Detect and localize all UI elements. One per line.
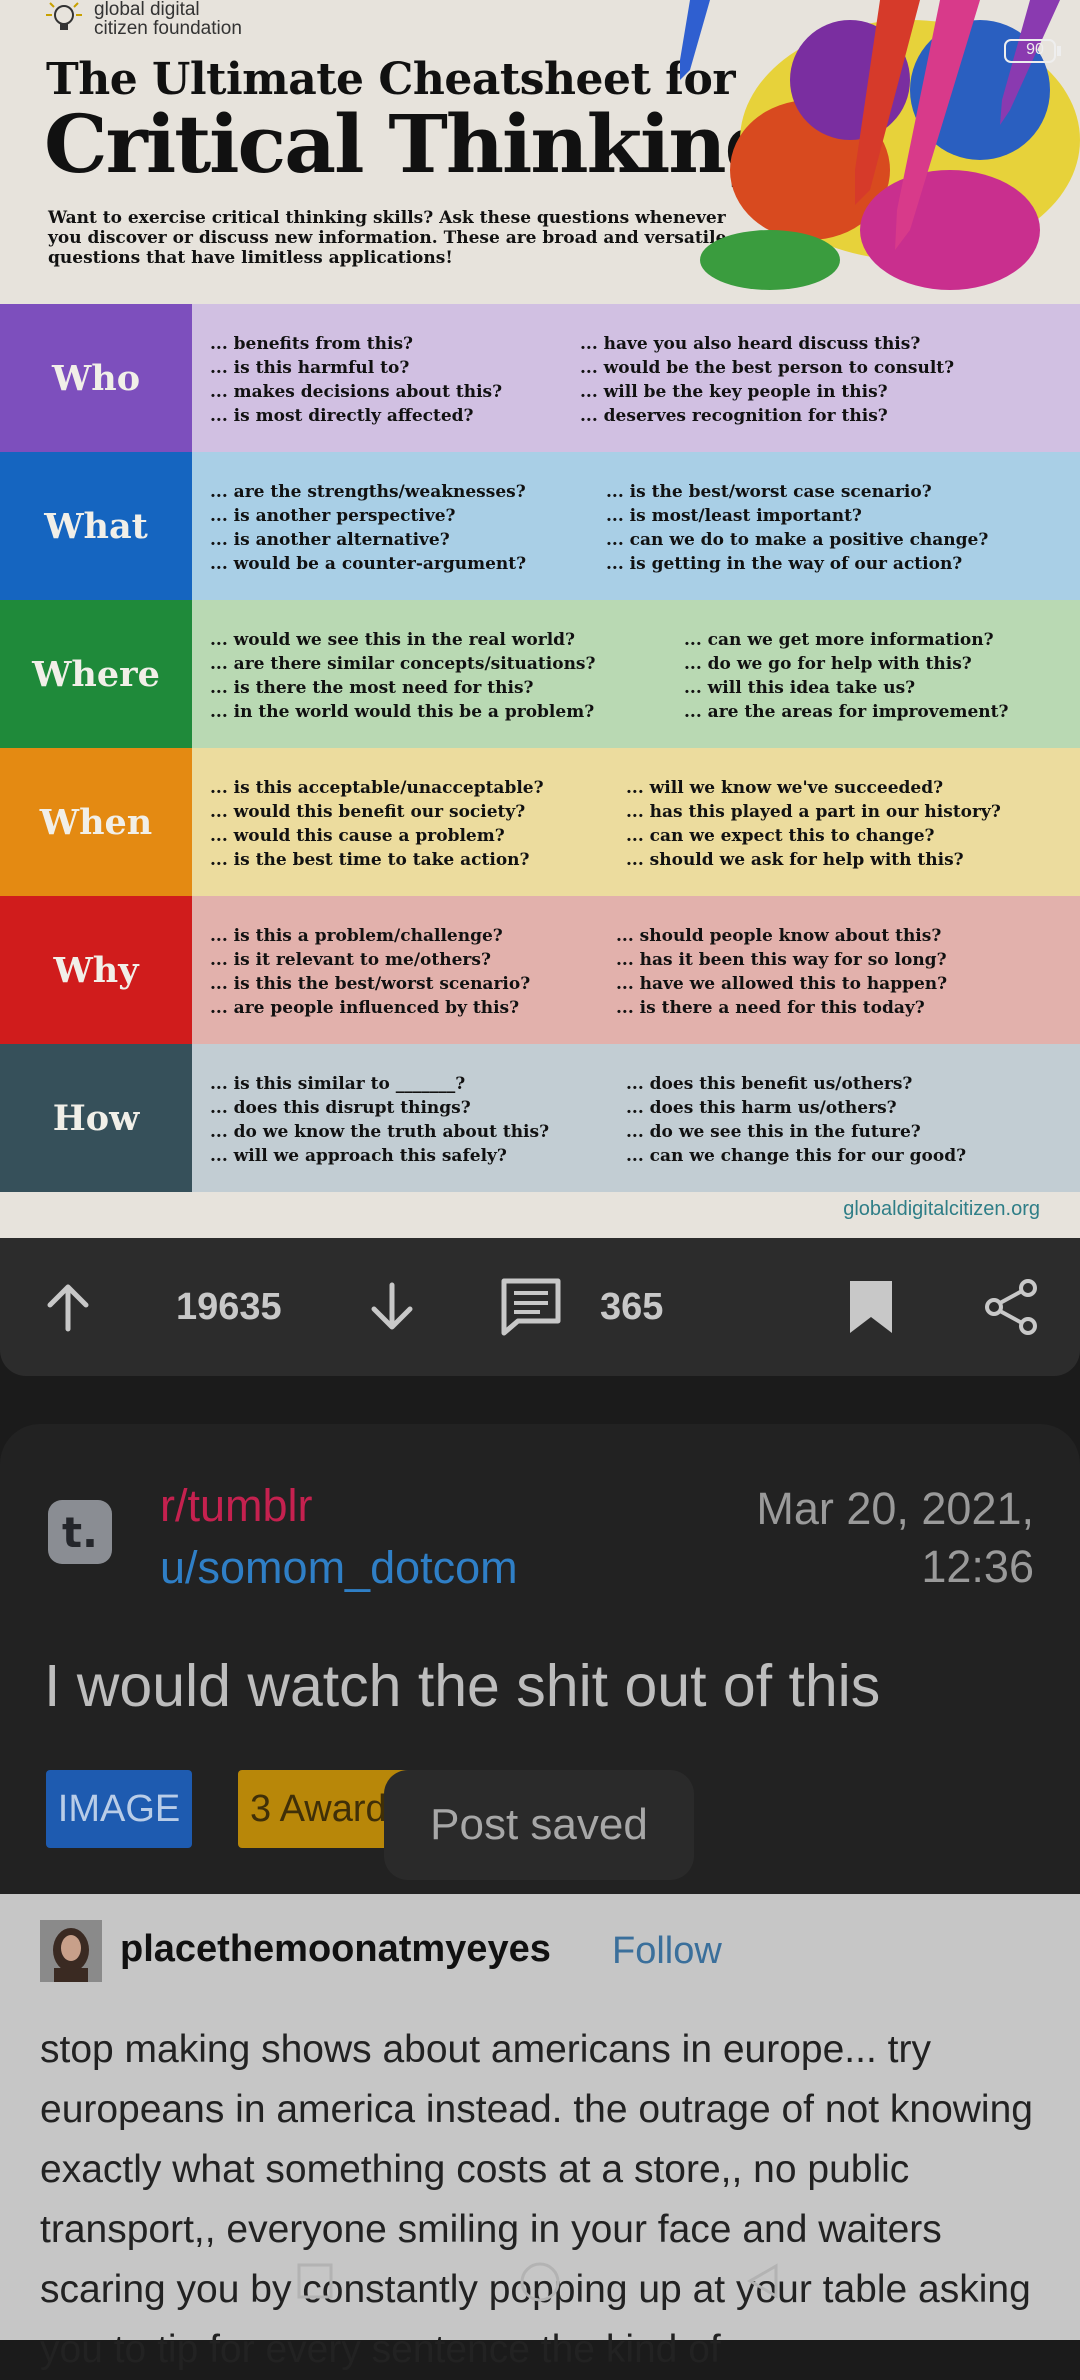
comment-count: 365 xyxy=(600,1285,664,1328)
nav-home-icon[interactable] xyxy=(516,2262,564,2310)
upvote-arrow-icon xyxy=(47,1284,89,1332)
row-where: Where ... would we see this in the real … xyxy=(0,600,1080,748)
upvote-count: 19635 xyxy=(176,1285,282,1328)
post-action-bar: 19635 365 xyxy=(0,1238,1080,1376)
share-icon xyxy=(985,1279,1037,1335)
row-what: What ... are the strengths/weaknesses?..… xyxy=(0,452,1080,600)
nav-back-icon[interactable] xyxy=(744,2262,782,2300)
subreddit-tumblr-icon[interactable]: t. xyxy=(48,1500,112,1564)
nav-recents-icon[interactable] xyxy=(296,2262,334,2300)
post-image-infographic[interactable]: global digital citizen foundation The Ul… xyxy=(0,0,1080,1238)
questions-right: ... does this benefit us/others?... does… xyxy=(626,1074,967,1166)
post-title: I would watch the shit out of this xyxy=(44,1653,881,1719)
row-questions: ... benefits from this?... is this harmf… xyxy=(192,304,1080,452)
battery-level: 90 xyxy=(1026,41,1044,58)
flair-image-badge: IMAGE xyxy=(46,1770,192,1848)
share-button[interactable] xyxy=(982,1238,1040,1376)
tumblr-username: placethemoonatmyeyes xyxy=(120,1928,551,1970)
row-why: Why ... is this a problem/challenge?... … xyxy=(0,896,1080,1044)
comment-icon xyxy=(501,1278,561,1336)
questions-right: ... can we get more information?... do w… xyxy=(684,630,1009,722)
post-timestamp: Mar 20, 2021, 12:36 xyxy=(756,1483,1034,1592)
lightbulb-logo-icon xyxy=(46,2,82,30)
downvote-arrow-icon xyxy=(371,1282,413,1330)
author-link[interactable]: u/somom_dotcom xyxy=(160,1542,518,1594)
row-how: How ... is this similar to _______?... d… xyxy=(0,1044,1080,1192)
subreddit-link[interactable]: r/tumblr xyxy=(160,1480,313,1532)
bookmark-icon xyxy=(850,1281,892,1333)
questions-right: ... have you also heard discuss this?...… xyxy=(580,334,955,426)
row-label: Why xyxy=(0,896,192,1044)
comments-button[interactable]: 365 xyxy=(500,1238,663,1376)
follow-link: Follow xyxy=(612,1930,722,1972)
row-who: Who ... benefits from this?... is this h… xyxy=(0,304,1080,452)
questions-left: ... would we see this in the real world?… xyxy=(210,630,596,722)
questions-right: ... will we know we've succeeded?... has… xyxy=(626,778,1001,870)
row-label: How xyxy=(0,1044,192,1192)
infographic-footer-url: globaldigitalcitizen.org xyxy=(843,1198,1040,1220)
row-questions: ... is this similar to _______?... does … xyxy=(192,1044,1080,1192)
row-label: Where xyxy=(0,600,192,748)
avatar-portrait-icon xyxy=(40,1920,102,1982)
row-questions: ... is this acceptable/unacceptable?... … xyxy=(192,748,1080,896)
row-label: What xyxy=(0,452,192,600)
questions-left: ... is this similar to _______?... does … xyxy=(210,1074,550,1166)
questions-right: ... is the best/worst case scenario?... … xyxy=(606,482,989,574)
brand: global digital citizen foundation xyxy=(44,0,242,38)
row-questions: ... are the strengths/weaknesses?... is … xyxy=(192,452,1080,600)
save-button[interactable] xyxy=(848,1238,894,1376)
upvote-count-wrap: 19635 xyxy=(176,1238,282,1376)
avatar xyxy=(40,1920,102,1982)
row-questions: ... would we see this in the real world?… xyxy=(192,600,1080,748)
questions-left: ... is this acceptable/unacceptable?... … xyxy=(210,778,544,870)
row-questions: ... is this a problem/challenge?... is i… xyxy=(192,896,1080,1044)
downvote-button[interactable] xyxy=(364,1238,420,1376)
upvote-button[interactable] xyxy=(40,1238,96,1376)
row-label: When xyxy=(0,748,192,896)
post-saved-toast: Post saved xyxy=(384,1770,694,1880)
questions-left: ... benefits from this?... is this harmf… xyxy=(210,334,503,426)
tumblr-post-text: stop making shows about americans in eur… xyxy=(40,2028,1033,2371)
row-label: Who xyxy=(0,304,192,452)
row-when: When ... is this acceptable/unacceptable… xyxy=(0,748,1080,896)
questions-left: ... are the strengths/weaknesses?... is … xyxy=(210,482,527,574)
infographic-intro: Want to exercise critical thinking skill… xyxy=(48,208,727,268)
questions-right: ... should people know about this?... ha… xyxy=(616,926,948,1018)
questions-left: ... is this a problem/challenge?... is i… xyxy=(210,926,531,1018)
brand-name: global digital citizen foundation xyxy=(94,0,242,39)
